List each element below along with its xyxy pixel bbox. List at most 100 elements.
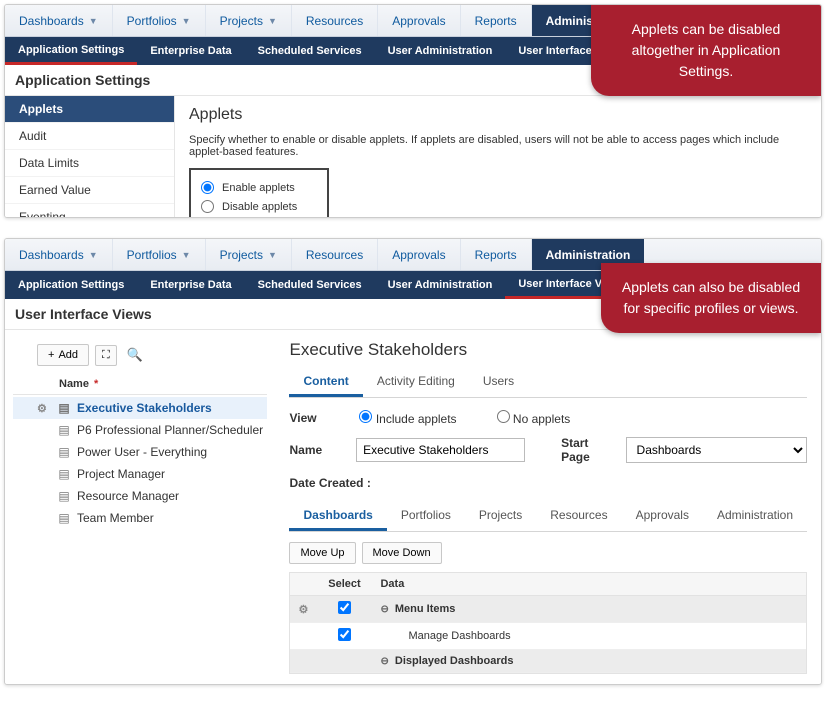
- chevron-down-icon: ▼: [89, 250, 98, 260]
- nav-tab-resources[interactable]: Resources: [292, 239, 378, 270]
- collapse-icon[interactable]: ⊖: [380, 656, 388, 667]
- nav-tab-reports[interactable]: Reports: [461, 239, 532, 270]
- data-cell: ⊖ Menu Items: [372, 598, 806, 620]
- nav-tab-projects[interactable]: Projects▼: [206, 239, 292, 270]
- subnav-enterprise-data[interactable]: Enterprise Data: [137, 37, 244, 65]
- name-field[interactable]: [356, 438, 525, 462]
- gear-icon: [290, 656, 316, 666]
- gear-icon: [290, 631, 316, 641]
- tree-item-label: P6 Professional Planner/Scheduler: [77, 423, 263, 437]
- sidebar-item-earned-value[interactable]: Earned Value: [5, 177, 174, 204]
- mini-tabs: DashboardsPortfoliosProjectsResourcesApp…: [289, 502, 807, 532]
- subnav-scheduled-services[interactable]: Scheduled Services: [245, 37, 375, 65]
- tree-item-resource-manager[interactable]: ▤Resource Manager: [13, 485, 267, 507]
- row-label: Manage Dashboards: [408, 630, 510, 642]
- grid-row[interactable]: ⚙⊖Menu Items: [290, 596, 806, 623]
- tree-header: Name *: [13, 374, 267, 395]
- callout-2: Applets can also be disabled for specifi…: [601, 263, 821, 333]
- tree-item-power-user-everything[interactable]: ▤Power User - Everything: [13, 441, 267, 463]
- subnav-user-administration[interactable]: User Administration: [375, 37, 506, 65]
- data-cell: Manage Dashboards: [372, 625, 806, 647]
- row-label: Menu Items: [395, 603, 456, 615]
- nav-tab-dashboards[interactable]: Dashboards▼: [5, 239, 113, 270]
- callout-1: Applets can be disabled altogether in Ap…: [591, 5, 821, 96]
- mini-tab-administration[interactable]: Administration: [703, 502, 807, 531]
- detail-tab-content[interactable]: Content: [289, 368, 362, 397]
- grid-row[interactable]: ⊖ Displayed Dashboards: [290, 650, 806, 673]
- sidebar-item-data-limits[interactable]: Data Limits: [5, 150, 174, 177]
- views-tree-panel: +Add ⛶ 🔍 Name * ⚙▤Executive Stakeholders…: [5, 330, 275, 684]
- mini-tab-dashboards[interactable]: Dashboards: [289, 502, 386, 531]
- grid-header: Select Data: [290, 573, 806, 596]
- nav-tab-portfolios[interactable]: Portfolios▼: [113, 5, 206, 36]
- grid-gear-col: [290, 573, 316, 595]
- subnav-application-settings[interactable]: Application Settings: [5, 271, 137, 299]
- grid-row[interactable]: Manage Dashboards: [290, 623, 806, 650]
- subnav-user-administration[interactable]: User Administration: [375, 271, 506, 299]
- include-applets-input[interactable]: [359, 410, 372, 423]
- no-applets-input[interactable]: [497, 410, 510, 423]
- tree-item-executive-stakeholders[interactable]: ⚙▤Executive Stakeholders: [13, 397, 267, 419]
- layout-icon: ▤: [55, 401, 73, 415]
- name-label: Name: [289, 443, 356, 457]
- mini-tab-projects[interactable]: Projects: [465, 502, 536, 531]
- nav-tab-approvals[interactable]: Approvals: [378, 239, 460, 270]
- add-button[interactable]: +Add: [37, 344, 89, 366]
- subnav-scheduled-services[interactable]: Scheduled Services: [245, 271, 375, 299]
- detail-tabs: ContentActivity EditingUsers: [289, 368, 807, 398]
- view-label: View: [289, 411, 359, 425]
- add-button-label: Add: [58, 349, 78, 361]
- no-applets-radio[interactable]: No applets: [497, 410, 571, 426]
- enable-applets-radio[interactable]: Enable applets: [201, 178, 297, 197]
- nav-tab-dashboards[interactable]: Dashboards▼: [5, 5, 113, 36]
- nav-tab-approvals[interactable]: Approvals: [378, 5, 460, 36]
- startpage-select[interactable]: Dashboards: [626, 437, 807, 463]
- select-cell: [316, 596, 372, 622]
- move-down-button[interactable]: Move Down: [362, 542, 442, 564]
- data-cell: ⊖ Displayed Dashboards: [372, 650, 806, 672]
- tree-list: ⚙▤Executive Stakeholders▤P6 Professional…: [13, 395, 267, 529]
- sidebar-item-applets[interactable]: Applets: [5, 96, 174, 123]
- subnav-application-settings[interactable]: Application Settings: [5, 37, 137, 65]
- tree-item-project-manager[interactable]: ▤Project Manager: [13, 463, 267, 485]
- mini-tab-resources[interactable]: Resources: [536, 502, 621, 531]
- tree-item-label: Project Manager: [77, 467, 165, 481]
- subnav-enterprise-data[interactable]: Enterprise Data: [137, 271, 244, 299]
- select-cell: [316, 656, 372, 666]
- detail-title: Executive Stakeholders: [289, 340, 807, 360]
- row-checkbox[interactable]: [338, 628, 351, 641]
- move-up-button[interactable]: Move Up: [289, 542, 355, 564]
- sidebar-item-eventing[interactable]: Eventing: [5, 204, 174, 218]
- enable-applets-input[interactable]: [201, 181, 214, 194]
- mini-tab-portfolios[interactable]: Portfolios: [387, 502, 465, 531]
- nav-tab-projects[interactable]: Projects▼: [206, 5, 292, 36]
- settings-sidebar: AppletsAuditData LimitsEarned ValueEvent…: [5, 96, 175, 218]
- detail-tab-users[interactable]: Users: [469, 368, 528, 397]
- disable-applets-radio[interactable]: Disable applets: [201, 197, 297, 216]
- chevron-down-icon: ▼: [89, 16, 98, 26]
- sidebar-item-audit[interactable]: Audit: [5, 123, 174, 150]
- chevron-down-icon: ▼: [182, 250, 191, 260]
- disable-applets-input[interactable]: [201, 200, 214, 213]
- search-icon[interactable]: 🔍: [127, 347, 143, 363]
- mini-tab-approvals[interactable]: Approvals: [622, 502, 703, 531]
- no-applets-label: No applets: [513, 412, 570, 426]
- nav-tab-portfolios[interactable]: Portfolios▼: [113, 239, 206, 270]
- collapse-icon[interactable]: ⊖: [380, 604, 388, 615]
- expand-icon: ⛶: [102, 349, 110, 362]
- tree-item-team-member[interactable]: ▤Team Member: [13, 507, 267, 529]
- row-checkbox[interactable]: [338, 601, 351, 614]
- detail-tab-activity-editing[interactable]: Activity Editing: [363, 368, 469, 397]
- view-detail: Executive Stakeholders ContentActivity E…: [275, 330, 821, 684]
- view-radio-group: Include applets No applets: [359, 410, 570, 426]
- nav-tab-reports[interactable]: Reports: [461, 5, 532, 36]
- include-applets-radio[interactable]: Include applets: [359, 410, 456, 426]
- tree-item-p6-professional-planner-scheduler[interactable]: ▤P6 Professional Planner/Scheduler: [13, 419, 267, 441]
- row-label: Displayed Dashboards: [395, 655, 514, 667]
- uiv-body: +Add ⛶ 🔍 Name * ⚙▤Executive Stakeholders…: [5, 330, 821, 684]
- expand-button[interactable]: ⛶: [95, 345, 117, 366]
- layout-icon: ▤: [55, 445, 73, 459]
- disable-applets-label: Disable applets: [222, 201, 297, 213]
- nav-tab-resources[interactable]: Resources: [292, 5, 378, 36]
- layout-icon: ▤: [55, 489, 73, 503]
